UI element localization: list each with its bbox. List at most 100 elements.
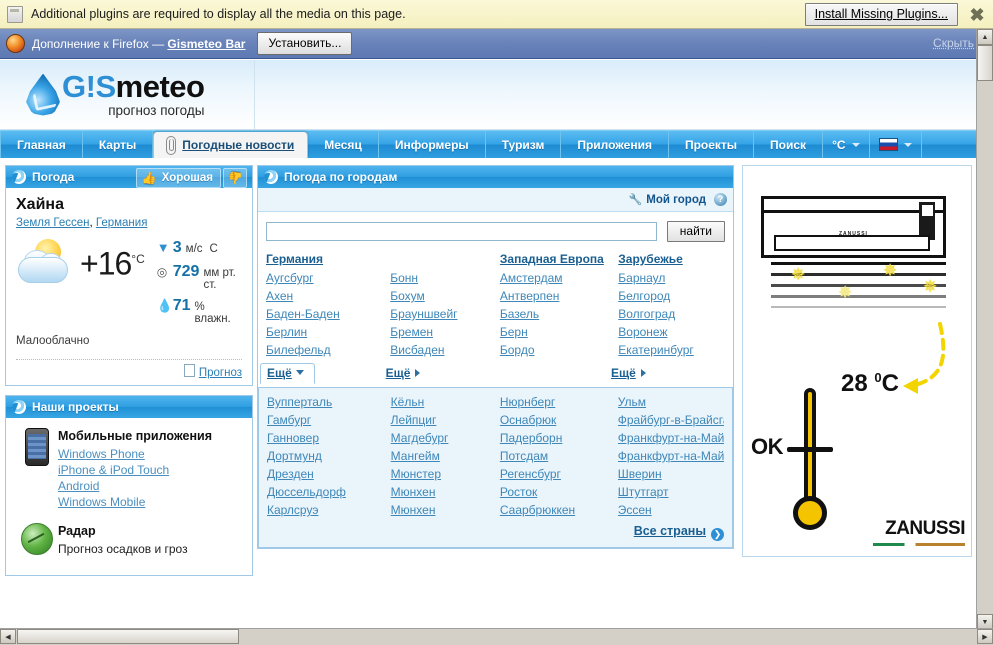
zanussi-ad-banner[interactable]: ZANUSSI ✵ ✵ ✵ ✵ 28 0C OK ZANUSSI [742,165,972,557]
city-link-bonn[interactable]: Бонн [390,271,418,285]
city-list-item: Падерборн [500,430,618,446]
city-link-belgorod[interactable]: Белгород [618,289,670,303]
header-link-western-europe[interactable]: Западная Европа [500,252,604,266]
rate-bad-button[interactable]: 👍 [223,168,247,188]
link-iphone-ipod[interactable]: iPhone & iPod Touch [58,463,169,477]
city-link-ekaterinburg[interactable]: Екатеринбург [618,343,694,357]
site-logo[interactable]: G!Smeteo прогноз погоды [0,60,255,129]
city-search-button[interactable]: найти [666,221,725,242]
addon-name-link[interactable]: Gismeteo Bar [167,37,245,51]
projects-panel: Наши проекты Мобильные приложения Window… [5,395,253,576]
nav-item-turizm[interactable]: Туризм [486,131,562,158]
city-link-dresden[interactable]: Дрезден [267,467,314,481]
nav-item-mesyats[interactable]: Месяц [308,131,379,158]
city-link-munster[interactable]: Мюнстер [391,467,441,481]
nav-item-glavnaya[interactable]: Главная [0,131,83,158]
link-windows-mobile[interactable]: Windows Mobile [58,495,145,509]
city-link-frankfurt-1[interactable]: Франкфурт-на-Майне [618,431,724,445]
more-tab-abroad[interactable]: Ещё [611,366,725,387]
city-link-paderborn[interactable]: Падерборн [500,431,563,445]
my-city-bar: 🔧 Мой город ? [258,188,733,212]
city-link-dusseldorf[interactable]: Дюссельдорф [267,485,346,499]
vertical-scrollbar[interactable]: ▲ ▼ [976,29,993,630]
city-link-wiesbaden[interactable]: Висбаден [390,343,444,357]
city-link-aachen[interactable]: Ахен [266,289,293,303]
city-link-berlin[interactable]: Берлин [266,325,307,339]
city-link-stuttgart[interactable]: Штутгарт [618,485,669,499]
link-windows-phone[interactable]: Windows Phone [58,447,145,461]
city-link-karlsruhe[interactable]: Карлсруэ [267,503,318,517]
more-tab-germany-button[interactable]: Ещё [260,363,315,384]
city-link-braunschweig[interactable]: Брауншвейг [390,307,457,321]
nav-item-proekty[interactable]: Проекты [669,131,755,158]
city-link-baden-baden[interactable]: Баден-Баден [266,307,340,321]
city-link-ulm[interactable]: Ульм [618,395,646,409]
forecast-link[interactable]: Прогноз [199,367,242,379]
city-link-leipzig[interactable]: Лейпциг [391,413,437,427]
scroll-right-button[interactable]: ▶ [977,629,993,644]
more-tab-western-europe[interactable]: Ещё [386,366,611,387]
city-link-saarbrucken[interactable]: Саарбрюккен [500,503,575,517]
city-link-essen[interactable]: Эссен [618,503,652,517]
addon-hide-link[interactable]: Скрыть [933,36,974,50]
wind-direction: С [209,243,218,255]
country-link[interactable]: Германия [96,217,148,229]
all-countries-link[interactable]: Все страны [634,524,706,538]
close-icon[interactable]: ✖ [967,5,987,25]
city-link-frankfurt-2[interactable]: Франкфурт-на-Майне [618,449,724,463]
city-link-potsdam[interactable]: Потсдам [500,449,548,463]
city-search-input[interactable] [266,222,657,241]
city-link-barnaul[interactable]: Барнаул [618,271,665,285]
help-icon[interactable]: ? [714,193,727,206]
city-link-magdeburg[interactable]: Магдебург [391,431,449,445]
scroll-up-button[interactable]: ▲ [977,29,993,45]
city-link-koln[interactable]: Кёльн [391,395,425,409]
horizontal-scrollbar-thumb[interactable] [17,629,239,644]
install-missing-plugins-button[interactable]: Install Missing Plugins... [804,3,958,26]
city-link-dortmund[interactable]: Дортмунд [267,449,322,463]
scroll-left-button[interactable]: ◀ [0,629,16,644]
city-link-munchen-1[interactable]: Мюнхен [391,485,436,499]
city-link-bochum[interactable]: Бохум [390,289,425,303]
horizontal-scrollbar[interactable]: ◀ ▶ [0,628,993,645]
rate-good-button[interactable]: 👍 Хорошая [135,168,221,188]
city-link-antwerp[interactable]: Антверпен [500,289,560,303]
city-link-volgograd[interactable]: Волгоград [618,307,675,321]
nav-item-pogodnye-novosti[interactable]: Погодные новости [153,132,309,158]
city-link-bordeaux[interactable]: Бордо [500,343,535,357]
city-link-bremen[interactable]: Бремен [390,325,433,339]
city-link-wuppertal[interactable]: Вупперталь [267,395,332,409]
city-link-basel[interactable]: Базель [500,307,539,321]
header-link-germany[interactable]: Германия [266,252,323,266]
city-link-mannheim[interactable]: Мангейм [391,449,440,463]
city-link-regensburg[interactable]: Регенсбург [500,467,561,481]
dropdown-columns: Вупперталь Гамбург Ганновер Дортмунд Дре… [267,394,724,520]
city-link-freiburg[interactable]: Фрайбург-в-Брайсгау [618,413,724,427]
my-city-link[interactable]: 🔧 Мой город [629,193,706,206]
addon-install-button[interactable]: Установить... [257,32,353,55]
city-link-bern[interactable]: Берн [500,325,528,339]
city-link-schwerin[interactable]: Шверин [618,467,662,481]
nav-item-karty[interactable]: Карты [83,131,154,158]
city-link-amsterdam[interactable]: Амстердам [500,271,563,285]
city-link-voronezh[interactable]: Воронеж [618,325,667,339]
city-link-augsburg[interactable]: Аугсбург [266,271,314,285]
city-link-rostock[interactable]: Росток [500,485,537,499]
link-android[interactable]: Android [58,479,99,493]
vertical-scrollbar-thumb[interactable] [977,45,993,81]
city-link-bielefeld[interactable]: Билефельд [266,343,331,357]
city-link-munchen-2[interactable]: Мюнхен [391,503,436,517]
city-link-osnabruck[interactable]: Оснабрюк [500,413,556,427]
language-selector[interactable] [870,131,922,158]
nav-item-prilozheniya[interactable]: Приложения [561,131,669,158]
projects-panel-body: Мобильные приложения Windows Phone iPhon… [6,418,252,575]
city-link-hannover[interactable]: Ганновер [267,431,319,445]
units-selector[interactable]: °C [823,131,870,158]
city-link-nurnberg[interactable]: Нюрнберг [500,395,555,409]
nav-item-poisk[interactable]: Поиск [754,131,824,158]
city-list-item: Ганновер [267,430,391,446]
nav-item-informery[interactable]: Информеры [379,131,486,158]
header-link-abroad[interactable]: Зарубежье [618,252,683,266]
city-link-hamburg[interactable]: Гамбург [267,413,311,427]
region-link[interactable]: Земля Гессен [16,217,89,229]
